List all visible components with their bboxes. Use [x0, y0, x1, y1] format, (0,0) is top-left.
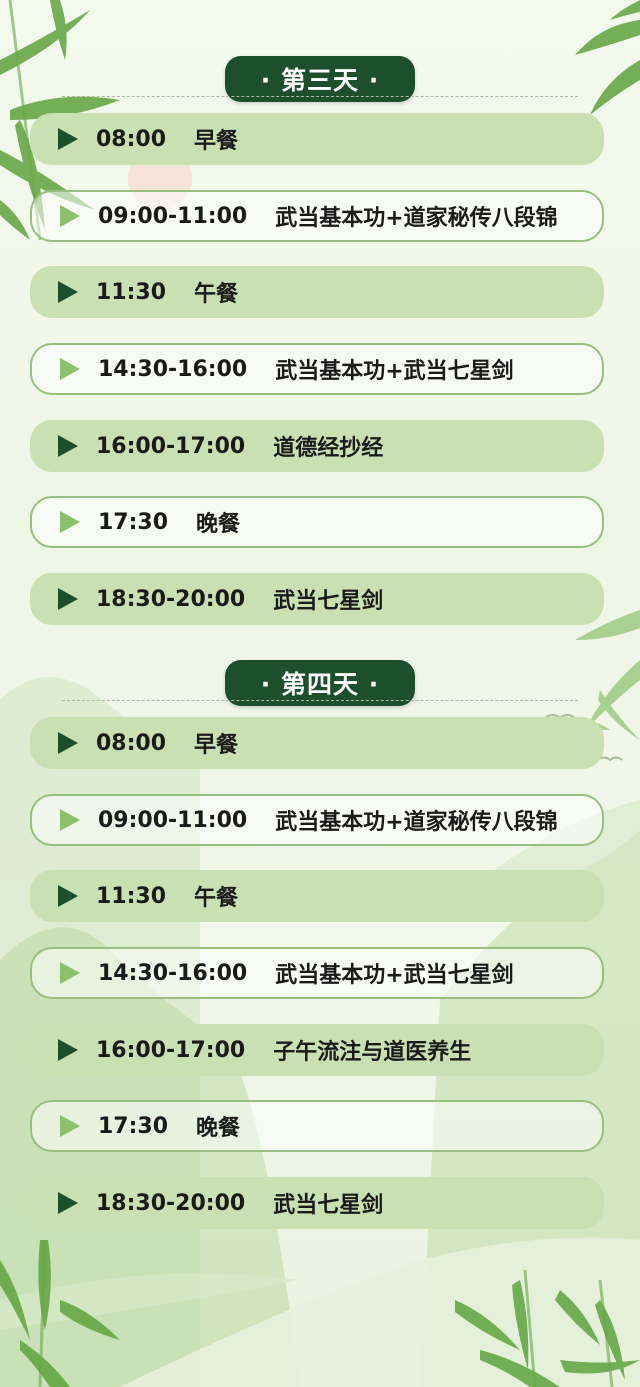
- row-activity: 道德经抄经: [273, 436, 384, 461]
- row-time: 17:30: [98, 1113, 169, 1139]
- row-activity: 晚餐: [196, 512, 241, 537]
- schedule-row: 16:00-17:00 道德经抄经: [30, 420, 604, 472]
- play-arrow-icon: [60, 809, 80, 831]
- row-time: 17:30: [98, 509, 169, 535]
- play-arrow-icon: [58, 885, 78, 907]
- row-activity: 武当基本功+道家秘传八段锦: [275, 206, 558, 231]
- play-arrow-icon: [60, 358, 80, 380]
- play-arrow-icon: [58, 435, 78, 457]
- row-activity: 午餐: [194, 886, 239, 911]
- schedule-row: 09:00-11:00 武当基本功+道家秘传八段锦: [30, 190, 604, 242]
- schedule-row: 08:00 早餐: [30, 113, 604, 165]
- schedule-row: 18:30-20:00 武当七星剑: [30, 573, 604, 625]
- row-time: 14:30-16:00: [98, 960, 248, 986]
- schedule-row: 18:30-20:00 武当七星剑: [30, 1177, 604, 1229]
- schedule-row: 17:30 晚餐: [30, 496, 604, 548]
- row-activity: 子午流注与道医养生: [273, 1040, 472, 1065]
- play-arrow-icon: [58, 1192, 78, 1214]
- play-arrow-icon: [60, 962, 80, 984]
- play-arrow-icon: [60, 1115, 80, 1137]
- play-arrow-icon: [58, 281, 78, 303]
- play-arrow-icon: [58, 588, 78, 610]
- schedule-row: 14:30-16:00 武当基本功+武当七星剑: [30, 947, 604, 999]
- play-arrow-icon: [58, 732, 78, 754]
- row-activity: 武当基本功+武当七星剑: [275, 963, 514, 988]
- row-activity: 武当七星剑: [273, 589, 384, 614]
- row-time: 11:30: [96, 279, 167, 305]
- schedule-row: 17:30 晚餐: [30, 1100, 604, 1152]
- row-activity: 晚餐: [196, 1116, 241, 1141]
- row-activity: 武当基本功+武当七星剑: [275, 359, 514, 384]
- schedule-row: 08:00 早餐: [30, 717, 604, 769]
- dashed-divider: [62, 96, 578, 97]
- row-time: 08:00: [96, 126, 167, 152]
- schedule-row: 14:30-16:00 武当基本功+武当七星剑: [30, 343, 604, 395]
- play-arrow-icon: [60, 511, 80, 533]
- schedule-row: 11:30 午餐: [30, 870, 604, 922]
- row-time: 08:00: [96, 730, 167, 756]
- row-activity: 武当基本功+道家秘传八段锦: [275, 810, 558, 835]
- row-time: 09:00-11:00: [98, 203, 248, 229]
- row-activity: 早餐: [194, 129, 239, 154]
- play-arrow-icon: [58, 1039, 78, 1061]
- row-time: 16:00-17:00: [96, 1037, 246, 1063]
- bamboo-leaves-top-right-icon: [575, 0, 640, 115]
- row-time: 09:00-11:00: [98, 807, 248, 833]
- schedule-row: 09:00-11:00 武当基本功+道家秘传八段锦: [30, 794, 604, 846]
- row-time: 18:30-20:00: [96, 586, 246, 612]
- dashed-divider: [62, 700, 578, 701]
- row-time: 14:30-16:00: [98, 356, 248, 382]
- row-activity: 午餐: [194, 282, 239, 307]
- row-time: 18:30-20:00: [96, 1190, 246, 1216]
- schedule-row: 16:00-17:00 子午流注与道医养生: [30, 1024, 604, 1076]
- row-time: 16:00-17:00: [96, 433, 246, 459]
- play-arrow-icon: [58, 128, 78, 150]
- row-activity: 武当七星剑: [273, 1193, 384, 1218]
- row-time: 11:30: [96, 883, 167, 909]
- play-arrow-icon: [60, 205, 80, 227]
- schedule-row: 11:30 午餐: [30, 266, 604, 318]
- row-activity: 早餐: [194, 733, 239, 758]
